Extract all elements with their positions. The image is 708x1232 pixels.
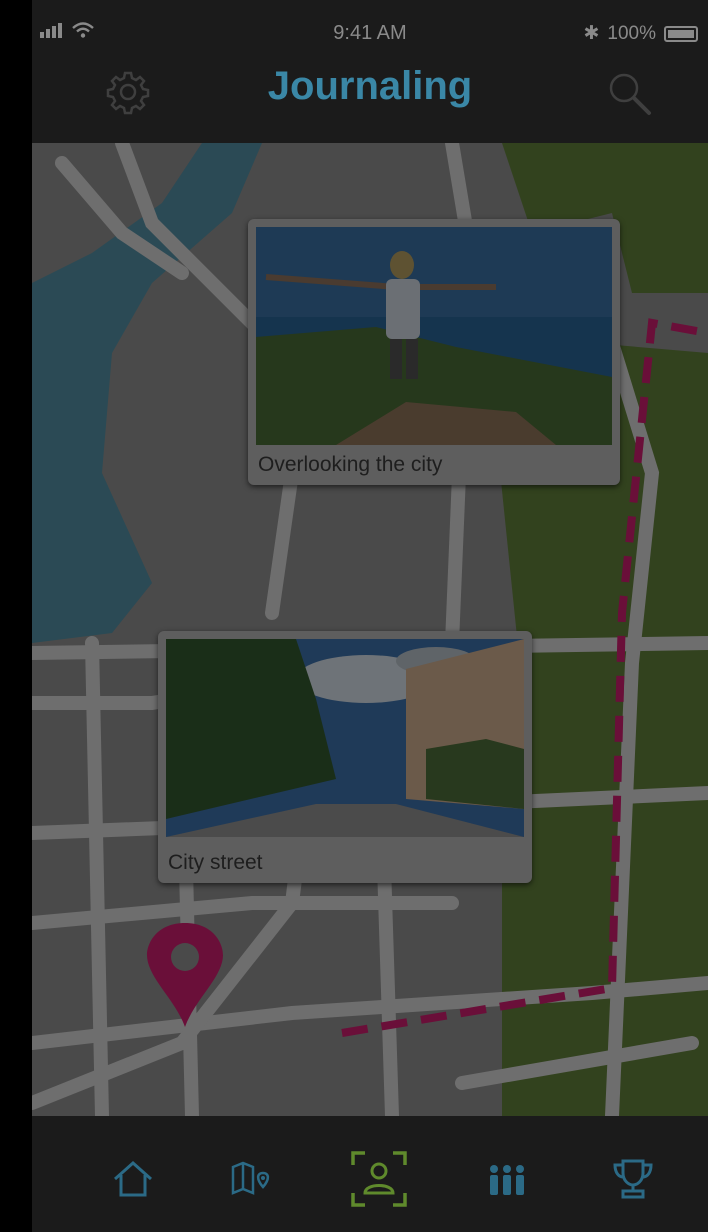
status-bar: 9:41 AM ✱ 100% bbox=[32, 0, 708, 66]
app-header: Journaling bbox=[32, 58, 708, 140]
journal-card-2[interactable]: City street bbox=[158, 631, 532, 883]
tab-journal[interactable] bbox=[350, 1150, 408, 1208]
card-photo-image bbox=[166, 639, 524, 837]
journal-icon bbox=[351, 1151, 407, 1207]
battery-icon bbox=[664, 25, 698, 42]
app-screen: 9:41 AM ✱ 100% Journaling Overlooking th… bbox=[32, 0, 708, 1232]
bluetooth-icon: ✱ bbox=[583, 23, 600, 44]
journal-card-1[interactable]: Overlooking the city bbox=[248, 219, 620, 485]
map-view[interactable]: Overlooking the city City street bbox=[32, 143, 708, 1116]
group-icon bbox=[490, 1165, 524, 1195]
card-caption: Overlooking the city bbox=[258, 453, 443, 476]
search-button[interactable] bbox=[604, 68, 654, 118]
card-photo bbox=[166, 639, 524, 837]
status-right: ✱ 100% bbox=[583, 22, 698, 45]
trophy-icon bbox=[613, 1159, 653, 1199]
home-icon bbox=[114, 1160, 152, 1197]
screen-edge bbox=[0, 0, 32, 1232]
card-caption: City street bbox=[168, 851, 263, 874]
card-photo-image bbox=[256, 227, 612, 445]
battery-percent: 100% bbox=[607, 22, 656, 44]
map-icon bbox=[231, 1161, 270, 1195]
tab-home[interactable] bbox=[108, 1154, 158, 1204]
tab-bar bbox=[32, 1116, 708, 1232]
search-icon bbox=[609, 73, 651, 115]
card-photo bbox=[256, 227, 612, 445]
tab-map[interactable] bbox=[226, 1154, 276, 1204]
tab-trophy[interactable] bbox=[608, 1154, 658, 1204]
tab-group[interactable] bbox=[482, 1154, 532, 1204]
